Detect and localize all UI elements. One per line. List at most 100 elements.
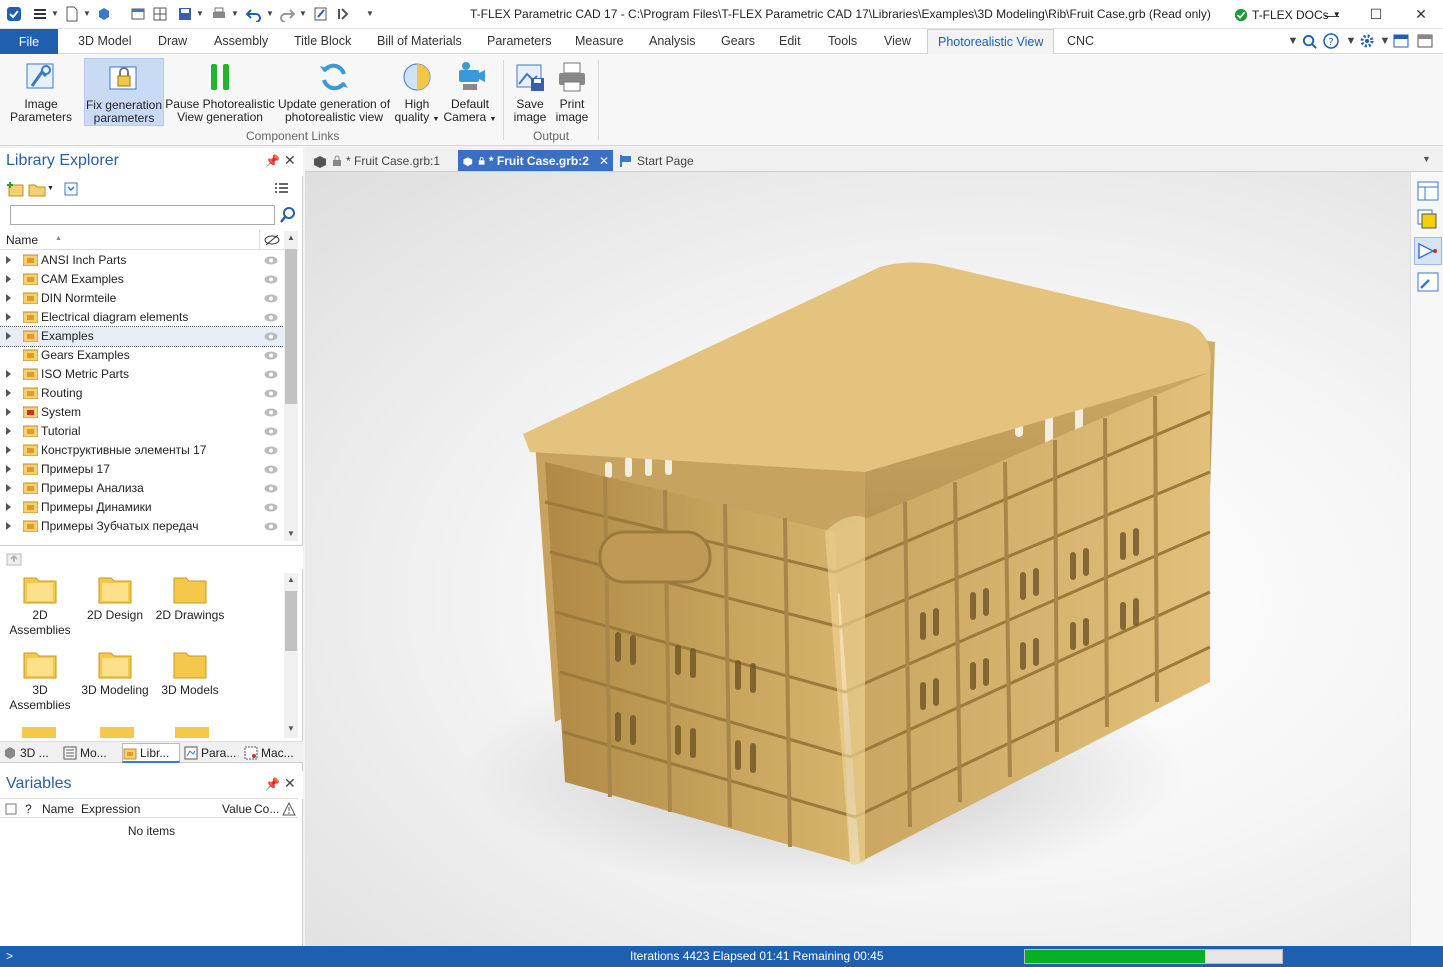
tree-item[interactable]: Примеры 17 <box>0 460 284 479</box>
visibility-eye-icon[interactable] <box>264 332 278 341</box>
tab-parameters[interactable]: Para... <box>184 743 239 763</box>
visibility-eye-icon[interactable] <box>264 294 278 303</box>
folder-item[interactable]: 3D Modeling <box>75 649 155 721</box>
tree-scrollbar[interactable]: ▲ ▼ <box>284 231 298 541</box>
tree-item[interactable]: Примеры Зубчатых передач <box>0 517 284 536</box>
visibility-eye-icon[interactable] <box>264 446 278 455</box>
column-header-comment[interactable]: Co... <box>254 802 279 816</box>
maximize-button[interactable]: ☐ <box>1354 0 1398 29</box>
visibility-header-icon[interactable] <box>264 234 280 246</box>
camera-view-button[interactable] <box>1414 237 1442 265</box>
edit-icon[interactable] <box>311 4 331 24</box>
doc-tab-fruit-case-1[interactable]: * Fruit Case.grb:1 <box>308 150 444 171</box>
undo-icon[interactable] <box>244 4 264 24</box>
expand-arrow-icon[interactable] <box>6 484 11 492</box>
tab-gears[interactable]: Gears <box>721 29 755 54</box>
new-document-icon[interactable] <box>62 4 82 24</box>
update-generation-button[interactable]: Update generation of photorealistic view <box>277 58 391 126</box>
tab-3d[interactable]: 3D ... <box>3 743 58 763</box>
chevron-down-icon[interactable]: ▼ <box>266 10 274 18</box>
expand-arrow-icon[interactable] <box>6 313 11 321</box>
macro-icon[interactable] <box>335 4 355 24</box>
visibility-eye-icon[interactable] <box>264 484 278 493</box>
redo-icon[interactable] <box>277 4 297 24</box>
folder-item[interactable]: 2D Drawings <box>150 574 230 646</box>
folder-item[interactable]: 3D Models <box>150 649 230 721</box>
open-3d-icon[interactable] <box>94 4 114 24</box>
expand-arrow-icon[interactable] <box>6 408 11 416</box>
grid-icon[interactable] <box>150 4 170 24</box>
scroll-up-icon[interactable]: ▲ <box>287 575 295 584</box>
layout-icon[interactable] <box>1392 32 1410 50</box>
chevron-down-icon[interactable]: ▼ <box>47 185 54 192</box>
expand-arrow-icon[interactable] <box>6 370 11 378</box>
minimize-button[interactable]: — <box>1310 0 1354 29</box>
doc-tab-fruit-case-2[interactable]: * Fruit Case.grb:2 ✕ <box>458 150 613 171</box>
expand-arrow-icon[interactable] <box>6 427 11 435</box>
column-header-value[interactable]: Value <box>222 802 252 816</box>
default-camera-button[interactable]: Default Camera ▼ <box>444 58 496 126</box>
tab-tools[interactable]: Tools <box>828 29 857 54</box>
close-button[interactable]: ✕ <box>1399 0 1443 29</box>
tab-macros[interactable]: Mac... <box>244 743 301 763</box>
expand-arrow-icon[interactable] <box>6 503 11 511</box>
add-library-icon[interactable] <box>5 179 25 199</box>
tree-item[interactable]: Gears Examples <box>0 346 284 365</box>
tree-item-selected[interactable]: Examples <box>0 326 284 347</box>
tab-cnc[interactable]: CNC <box>1067 29 1094 54</box>
save-image-button[interactable]: Save image <box>510 58 550 126</box>
tab-measure[interactable]: Measure <box>575 29 624 54</box>
scroll-up-icon[interactable]: ▲ <box>287 233 295 242</box>
visibility-eye-icon[interactable] <box>264 465 278 474</box>
column-header-name[interactable]: Name <box>42 802 74 816</box>
tree-item[interactable]: Routing <box>0 384 284 403</box>
command-prompt[interactable]: > <box>6 949 13 963</box>
chevron-down-icon[interactable]: ▼ <box>51 10 59 18</box>
settings-view-button[interactable] <box>1414 268 1442 296</box>
tree-item[interactable]: Tutorial <box>0 422 284 441</box>
folder-item[interactable]: 2D Assemblies <box>0 574 80 646</box>
visibility-eye-icon[interactable] <box>264 522 278 531</box>
ribbon-display-icon[interactable] <box>1416 32 1434 50</box>
doc-tab-start-page[interactable]: Start Page <box>615 150 698 171</box>
collapse-icon[interactable] <box>61 179 81 199</box>
tree-item[interactable]: System <box>0 403 284 422</box>
tab-bill-of-materials[interactable]: Bill of Materials <box>377 29 462 54</box>
name-column-header[interactable]: Name <box>6 233 38 247</box>
folder-item[interactable]: 2D Design <box>75 574 155 646</box>
tree-item[interactable]: ANSI Inch Parts <box>0 251 284 270</box>
expand-arrow-icon[interactable] <box>6 332 11 340</box>
layers-button[interactable] <box>1414 206 1442 234</box>
tab-assembly[interactable]: Assembly <box>214 29 268 54</box>
image-parameters-button[interactable]: Image Parameters <box>6 58 76 126</box>
expand-arrow-icon[interactable] <box>6 275 11 283</box>
chevron-down-icon[interactable]: ▼ <box>1422 154 1431 164</box>
3d-viewport[interactable] <box>305 172 1410 946</box>
chevron-down-icon[interactable]: ▼ <box>299 10 307 18</box>
tab-title-block[interactable]: Title Block <box>294 29 351 54</box>
tab-photorealistic-view[interactable]: Photorealistic View <box>927 29 1055 55</box>
expand-arrow-icon[interactable] <box>6 522 11 530</box>
app-logo-icon[interactable] <box>4 4 24 24</box>
file-menu-button[interactable]: File <box>0 29 58 54</box>
folder-up-icon[interactable] <box>6 550 22 566</box>
visibility-eye-icon[interactable] <box>264 275 278 284</box>
library-search-input[interactable] <box>10 205 275 225</box>
tree-item[interactable]: Примеры Динамики <box>0 498 284 517</box>
chevron-down-icon[interactable]: ▼ <box>83 10 91 18</box>
tab-analysis[interactable]: Analysis <box>649 29 696 54</box>
chevron-down-icon[interactable]: ▼ <box>196 10 204 18</box>
expand-arrow-icon[interactable] <box>6 465 11 473</box>
search-icon[interactable] <box>279 206 297 224</box>
window-icon[interactable] <box>128 4 148 24</box>
visibility-eye-icon[interactable] <box>264 408 278 417</box>
tree-item[interactable]: Electrical diagram elements <box>0 308 284 327</box>
scrollbar-thumb[interactable] <box>285 249 297 404</box>
folder-scrollbar[interactable]: ▲ ▼ <box>284 573 298 738</box>
high-quality-button[interactable]: High quality ▼ <box>392 58 442 126</box>
expand-arrow-icon[interactable] <box>6 256 11 264</box>
close-tab-icon[interactable]: ✕ <box>599 154 609 168</box>
scroll-down-icon[interactable]: ▼ <box>287 724 295 733</box>
tree-item[interactable]: DIN Normteile <box>0 289 284 308</box>
visibility-eye-icon[interactable] <box>264 370 278 379</box>
